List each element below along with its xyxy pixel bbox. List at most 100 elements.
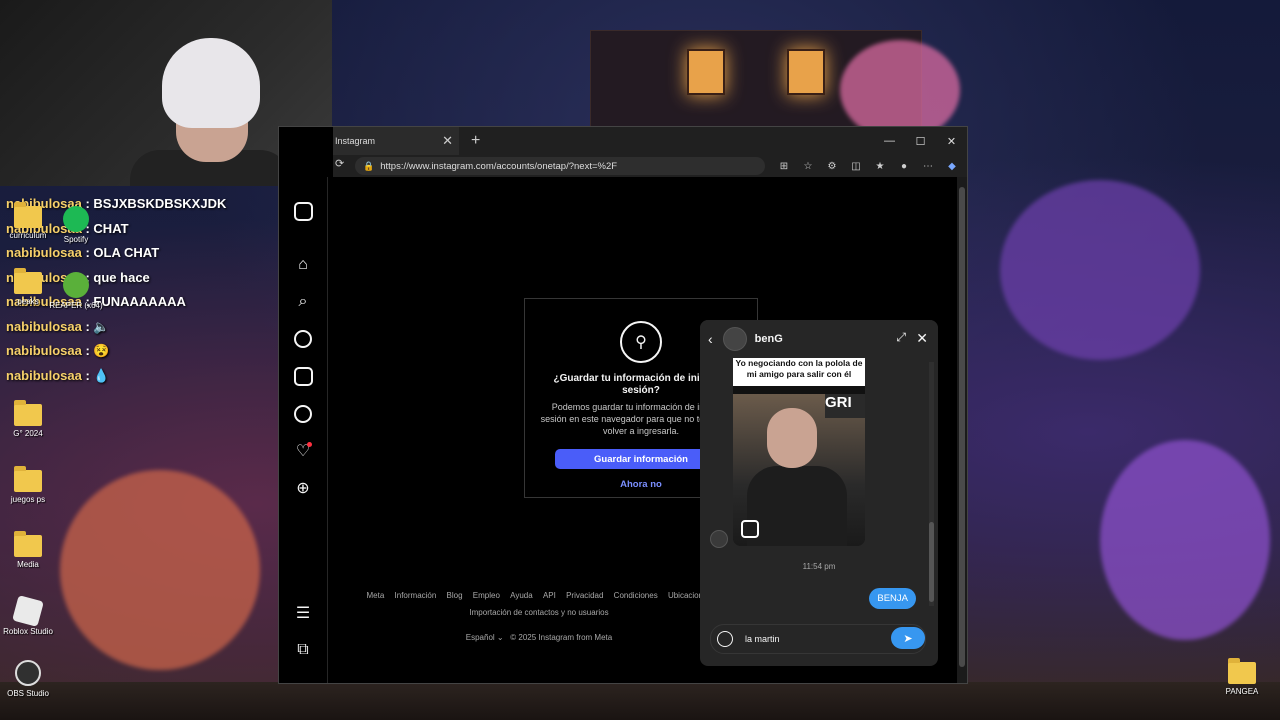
- footer-link[interactable]: Importación de contactos y no usuarios: [339, 608, 739, 617]
- message-input[interactable]: [743, 633, 867, 645]
- profile-avatar[interactable]: ●: [895, 157, 913, 175]
- more-menu-icon[interactable]: ⋯: [919, 157, 937, 175]
- new-tab-button[interactable]: +: [471, 132, 480, 150]
- favorite-star-icon[interactable]: ☆: [799, 157, 817, 175]
- notifications-heart-icon[interactable]: ♡: [293, 441, 313, 461]
- flowers-decoration: [840, 40, 960, 140]
- menu-icon[interactable]: ☰: [293, 603, 313, 623]
- refresh-icon[interactable]: ⟳: [335, 157, 344, 170]
- folder-icon: [14, 531, 42, 557]
- explore-icon[interactable]: [293, 329, 313, 349]
- desktop-icon-label: G° 2024: [13, 429, 43, 438]
- messenger-icon[interactable]: [293, 404, 313, 424]
- flowers-decoration: [1100, 440, 1270, 640]
- extensions-icon[interactable]: ⚙: [823, 157, 841, 175]
- shared-reel[interactable]: Yo negociando con la polola de mi amigo …: [733, 358, 865, 546]
- sender-avatar: [710, 530, 728, 548]
- desktop-icon-pangea[interactable]: PANGEA: [1214, 658, 1270, 696]
- spotify-icon: [63, 206, 89, 232]
- dm-header: ‹ benG ⤢ ✕: [700, 320, 938, 358]
- chat-text: OLA CHAT: [93, 245, 160, 260]
- chat-message: nabibulosaa : 💧: [6, 367, 110, 383]
- desktop-icon-label: Roblox Studio: [3, 627, 53, 636]
- desktop-icon-roblox[interactable]: Roblox Studio: [0, 595, 56, 636]
- desktop-icon-reaper[interactable]: REAPER (x64): [44, 272, 108, 310]
- desktop-icon-media[interactable]: Media: [0, 531, 56, 569]
- avatar[interactable]: [722, 327, 747, 351]
- close-icon[interactable]: ✕: [916, 330, 928, 347]
- footer-link[interactable]: Ayuda: [510, 591, 533, 600]
- footer-link[interactable]: Privacidad: [566, 591, 603, 600]
- chat-text: 😵: [93, 343, 110, 358]
- chat-username: nabibulosaa: [6, 318, 82, 334]
- scrollbar-thumb[interactable]: [929, 522, 934, 602]
- apps-icon[interactable]: ⊞: [775, 157, 793, 175]
- tab-bar: Instagram ✕ + — ☐ ✕: [333, 127, 967, 155]
- favorites-icon[interactable]: ★: [871, 157, 889, 175]
- address-bar[interactable]: 🔒 https://www.instagram.com/accounts/one…: [355, 157, 765, 175]
- lit-window: [687, 49, 725, 95]
- footer-link[interactable]: Condiciones: [614, 591, 658, 600]
- reel-caption: Yo negociando con la polola de mi amigo …: [733, 358, 865, 386]
- send-button[interactable]: ➤: [891, 627, 925, 649]
- footer-bottom: Español ⌄ © 2025 Instagram from Meta: [465, 633, 613, 642]
- dm-scrollbar[interactable]: [929, 362, 934, 606]
- chat-username: nabibulosaa: [6, 245, 82, 260]
- chat-text: 💧: [93, 367, 110, 383]
- search-icon[interactable]: ⌕: [293, 292, 313, 312]
- home-icon[interactable]: ⌂: [293, 255, 313, 275]
- desktop-icon-obs[interactable]: OBS Studio: [0, 660, 56, 698]
- desktop-icon-g2024[interactable]: G° 2024: [0, 400, 56, 438]
- reel-thumbnail: GRI: [733, 394, 865, 546]
- folder-icon: [14, 202, 42, 228]
- footer-link[interactable]: Meta: [366, 591, 384, 600]
- meta-apps-icon[interactable]: ⧉: [293, 640, 313, 660]
- expand-icon[interactable]: ⤢: [896, 330, 906, 345]
- desktop-icon-juegos[interactable]: juegos ps: [0, 466, 56, 504]
- instagram-logo-icon[interactable]: [293, 201, 313, 221]
- reaper-icon: [63, 272, 89, 298]
- copilot-icon[interactable]: ◆: [943, 157, 961, 175]
- desktop-icon-label: REAPER (x64): [49, 301, 103, 310]
- lit-window: [787, 49, 825, 95]
- dm-panel: ‹ benG ⤢ ✕ Yo negociando con la polola d…: [700, 320, 938, 666]
- language-select[interactable]: Español: [466, 633, 495, 642]
- footer-link[interactable]: Blog: [447, 591, 463, 600]
- emoji-icon[interactable]: [717, 631, 733, 647]
- close-window-button[interactable]: ✕: [936, 127, 967, 155]
- maximize-button[interactable]: ☐: [905, 127, 936, 155]
- folder-icon: [14, 268, 42, 294]
- close-tab-icon[interactable]: ✕: [442, 133, 453, 149]
- folder-icon: [1228, 658, 1256, 684]
- reels-icon: [741, 520, 759, 538]
- minimize-button[interactable]: —: [874, 127, 905, 155]
- desktop-icon-spotify[interactable]: Spotify: [48, 206, 104, 244]
- tab-instagram[interactable]: Instagram ✕: [333, 127, 459, 155]
- chat-text: BSJXBSKDBSKXJDK: [93, 196, 227, 211]
- browser-scrollbar[interactable]: [957, 177, 967, 683]
- desktop-icon-label: OBS Studio: [7, 689, 49, 698]
- dm-contact-name[interactable]: benG: [755, 333, 783, 345]
- footer-link[interactable]: Empleo: [473, 591, 500, 600]
- browser-toolbar: ⟳ 🔒 https://www.instagram.com/accounts/o…: [333, 155, 967, 177]
- footer-link[interactable]: Información: [395, 591, 437, 600]
- desktop-icon-label: PANGEA: [1225, 687, 1259, 696]
- reel-person: [767, 408, 817, 468]
- instagram-sidebar: ⌂ ⌕ ♡ ⊕ ☰ ⧉: [279, 177, 328, 683]
- ground: [0, 682, 1280, 720]
- chat-message: nabibulosaa : 😵: [6, 343, 110, 358]
- desktop-icon-label: peaks: [17, 297, 39, 306]
- folder-icon: [14, 466, 42, 492]
- keyhole-icon: ⚲: [620, 321, 662, 363]
- window-controls: — ☐ ✕: [874, 127, 967, 155]
- desktop-icon-label: Spotify: [63, 235, 89, 244]
- split-screen-icon[interactable]: ◫: [847, 157, 865, 175]
- message-timestamp: 11:54 pm: [802, 562, 836, 571]
- create-icon[interactable]: ⊕: [293, 478, 313, 498]
- reels-icon[interactable]: [293, 366, 313, 386]
- footer-link[interactable]: API: [543, 591, 556, 600]
- chat-username: nabibulosaa: [6, 343, 82, 358]
- back-arrow-icon[interactable]: ‹: [708, 331, 713, 347]
- scrollbar-thumb[interactable]: [959, 187, 965, 667]
- url-text: https://www.instagram.com/accounts/oneta…: [380, 160, 618, 172]
